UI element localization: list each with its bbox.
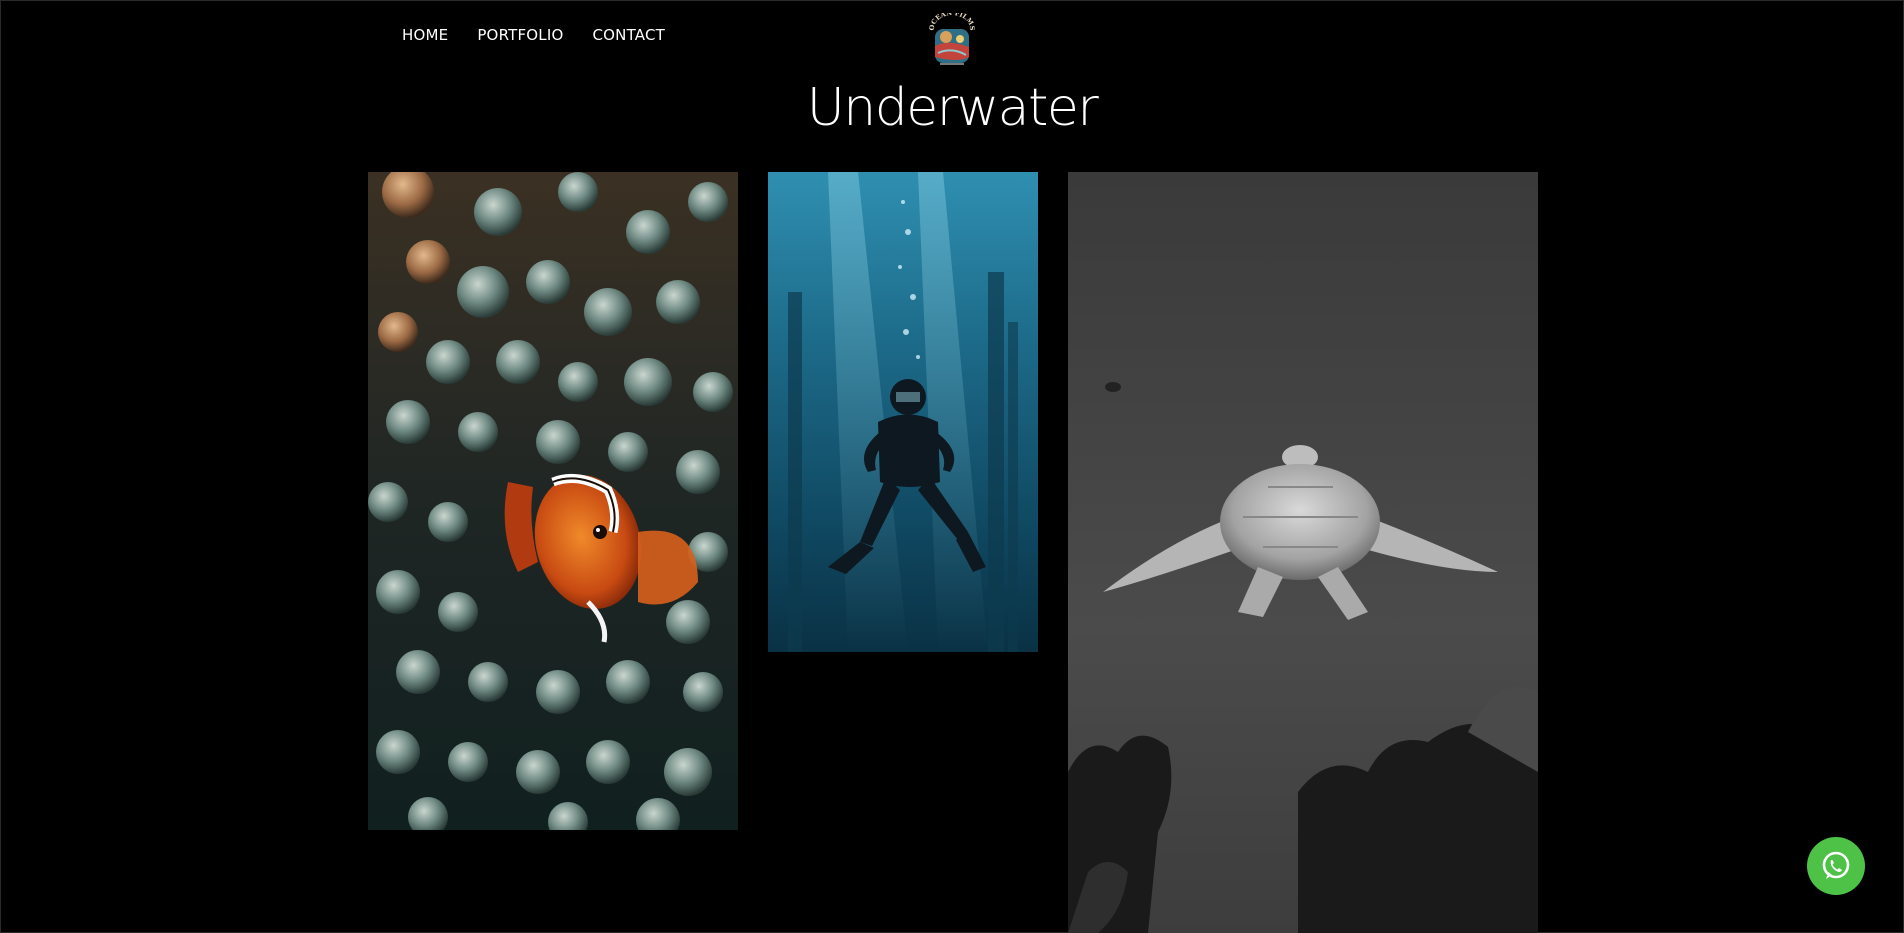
whatsapp-button[interactable] xyxy=(1807,837,1865,895)
nav-portfolio-link[interactable]: PORTFOLIO xyxy=(477,26,563,44)
ocean-films-logo[interactable]: OCEAN FILMS xyxy=(928,9,976,67)
gallery-image-turtle[interactable] xyxy=(1068,172,1538,933)
page-title: Underwater xyxy=(806,78,1099,138)
gallery-image-diver[interactable] xyxy=(768,172,1038,652)
main-nav: HOME PORTFOLIO CONTACT xyxy=(402,26,665,44)
logo-text: OCEAN FILMS xyxy=(928,9,976,31)
gallery-image-clownfish[interactable] xyxy=(368,172,738,830)
whatsapp-icon xyxy=(1822,851,1850,879)
svg-text:OCEAN FILMS: OCEAN FILMS xyxy=(928,13,976,31)
nav-home-link[interactable]: HOME xyxy=(402,26,448,44)
nav-contact-link[interactable]: CONTACT xyxy=(592,26,665,44)
